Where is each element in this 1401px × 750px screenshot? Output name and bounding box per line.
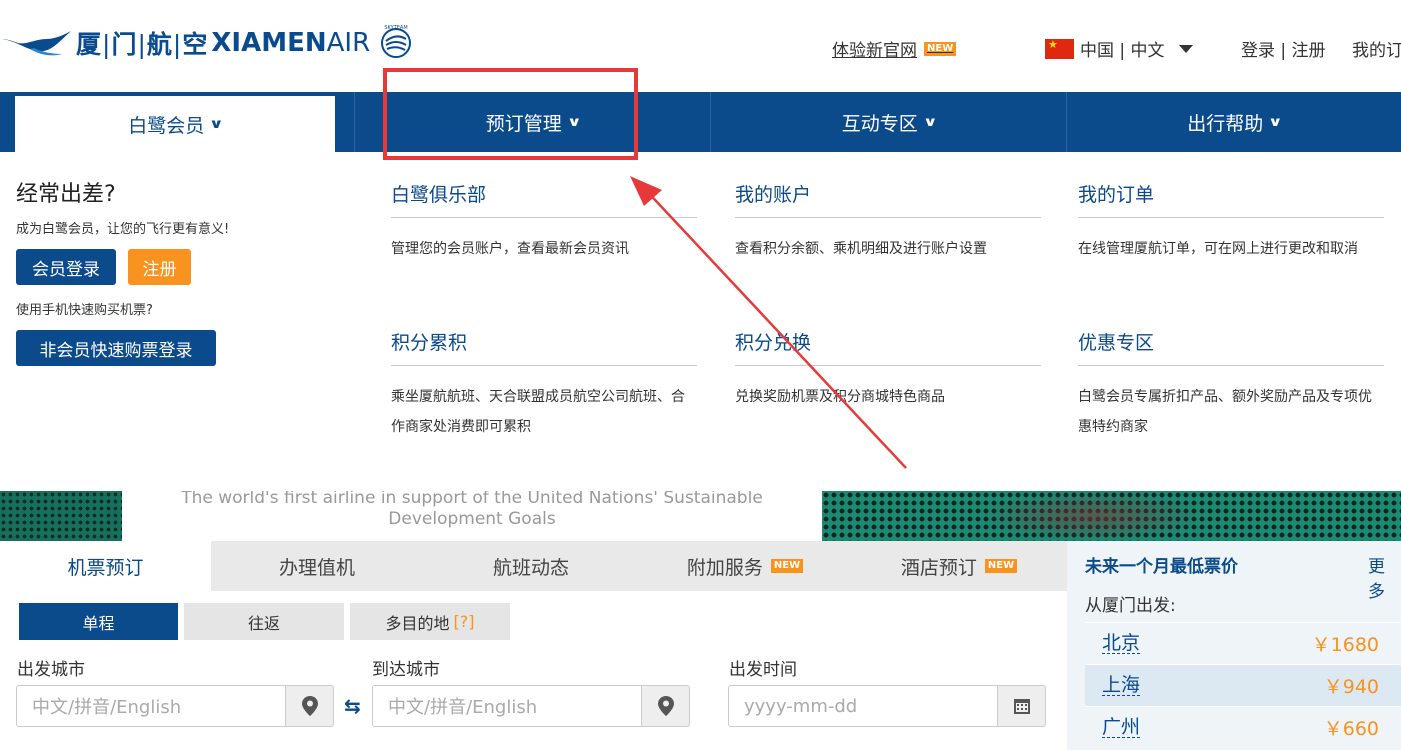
language-selector[interactable]: 中国 | 中文 (1045, 36, 1193, 61)
map-pin-icon (301, 696, 318, 716)
trip-one-way[interactable]: 单程 (19, 603, 178, 640)
menu-title[interactable]: 我的订单 (1078, 180, 1384, 218)
xiamenair-logo[interactable]: 厦|门|航|空 XIAMENAIR SKYTEAM (0, 18, 416, 68)
skyteam-seal-icon: SKYTEAM (381, 25, 412, 58)
nav-interactive[interactable]: 互动专区 ∨ (711, 92, 1066, 152)
to-label: 到达城市 (372, 660, 440, 680)
menu-desc: 白鹭会员专属折扣产品、额外奖励产品及专项优惠特约商家 (1078, 389, 1372, 435)
banner-text: The world's first airline in support of … (122, 491, 822, 541)
trip-round-trip[interactable]: 往返 (184, 603, 344, 640)
new-badge: NEW (770, 559, 804, 573)
from-label: 出发城市 (17, 660, 85, 680)
logo-chinese-name: 厦|门|航|空 (76, 30, 208, 59)
help-hint[interactable]: [?] (454, 612, 475, 631)
map-pin-icon (657, 696, 674, 716)
fares-title: 未来一个月最低票价 (1085, 557, 1238, 577)
new-badge: NEW (924, 41, 957, 56)
fare-city[interactable]: 北京 (1102, 633, 1141, 654)
register-button[interactable]: 注册 (128, 249, 191, 285)
fare-city[interactable]: 广州 (1102, 717, 1141, 738)
menu-title[interactable]: 优惠专区 (1078, 328, 1384, 366)
member-login-button[interactable]: 会员登录 (16, 249, 116, 285)
member-title: 经常出差? (16, 182, 116, 207)
new-site-link[interactable]: 体验新官网 NEW (832, 36, 957, 61)
member-panel: 经常出差? 成为白鹭会员，让您的飞行更有意义! 会员登录 注册 使用手机快速购买… (16, 176, 336, 366)
tab-flight-status[interactable]: 航班动态 (423, 541, 639, 591)
departure-date-input[interactable]: yyyy-mm-dd (728, 685, 997, 727)
guest-booking-login-button[interactable]: 非会员快速购票登录 (16, 330, 216, 366)
lowest-fares-panel: 未来一个月最低票价 更多 从厦门出发: 北京 ￥1680 上海 ￥940 广州 … (1067, 541, 1401, 750)
annotation-highlight-box (383, 68, 638, 160)
annotation-arrow (630, 176, 907, 469)
trip-multi-city[interactable]: 多目的地 [?] (350, 603, 510, 640)
fare-city[interactable]: 上海 (1102, 675, 1141, 696)
fare-price: ￥940 (1323, 676, 1379, 698)
tab-extra-services[interactable]: 附加服务 NEW (639, 541, 851, 591)
tab-hotel-booking[interactable]: 酒店预订 NEW (851, 541, 1067, 591)
chevron-down-icon: ∨ (209, 116, 224, 132)
fare-price: ￥660 (1323, 718, 1379, 740)
caret-down-icon (1178, 44, 1193, 53)
from-location-button[interactable] (285, 685, 334, 727)
menu-offers[interactable]: 优惠专区 白鹭会员专属折扣产品、额外奖励产品及专项优惠特约商家 (1078, 328, 1384, 442)
mobile-hint: 使用手机快速购买机票? (16, 303, 153, 318)
nav-member[interactable]: 白鹭会员 ∨ (15, 96, 335, 152)
china-flag-icon (1045, 38, 1074, 59)
site-header: 厦|门|航|空 XIAMENAIR SKYTEAM 体验新官网NEW 中国 | … (0, 0, 1401, 92)
svg-text:SKYTEAM: SKYTEAM (385, 25, 408, 31)
menu-my-orders[interactable]: 我的订单 在线管理厦航订单，可在网上进行更改和取消 (1078, 180, 1384, 264)
to-city-input[interactable]: 中文/拼音/English (372, 685, 641, 727)
logo-english-name: XIAMENAIR (211, 28, 371, 58)
booking-tabs: 机票预订 办理值机 航班动态 附加服务 NEW 酒店预订 NEW (0, 541, 1067, 591)
swap-cities-icon[interactable]: ⇆ (344, 694, 361, 718)
fare-price: ￥1680 (1311, 634, 1379, 656)
menu-desc: 在线管理厦航订单，可在网上进行更改和取消 (1078, 241, 1358, 257)
banner-image (822, 491, 1401, 541)
egret-logo-icon (2, 31, 71, 56)
fare-row[interactable]: 北京 ￥1680 (1085, 622, 1401, 664)
fare-row[interactable]: 上海 ￥940 (1085, 664, 1401, 706)
fares-more-link[interactable]: 更多 (1368, 552, 1401, 602)
main-nav: 白鹭会员 ∨ 预订管理 ∨ 互动专区 ∨ 出行帮助 ∨ (0, 92, 1401, 152)
chevron-down-icon: ∨ (922, 114, 938, 130)
tab-check-in[interactable]: 办理值机 (211, 541, 423, 591)
new-badge: NEW (984, 559, 1018, 573)
calendar-icon (1013, 699, 1030, 714)
chevron-down-icon: ∨ (1268, 114, 1283, 130)
from-city-input[interactable]: 中文/拼音/English (16, 685, 285, 727)
login-register-link[interactable]: 登录 | 注册 (1241, 36, 1326, 61)
tab-flight-booking[interactable]: 机票预订 (0, 541, 211, 591)
nav-travel-help[interactable]: 出行帮助 ∨ (1067, 92, 1401, 152)
fares-origin: 从厦门出发: (1085, 596, 1176, 616)
date-label: 出发时间 (729, 660, 797, 680)
member-subtitle: 成为白鹭会员，让您的飞行更有意义! (16, 222, 230, 237)
promo-banner[interactable]: The world's first airline in support of … (0, 491, 1401, 541)
fare-row[interactable]: 广州 ￥660 (1085, 706, 1401, 748)
my-orders-link[interactable]: 我的订 (1352, 36, 1401, 61)
to-location-button[interactable] (641, 685, 690, 727)
calendar-button[interactable] (997, 685, 1046, 727)
